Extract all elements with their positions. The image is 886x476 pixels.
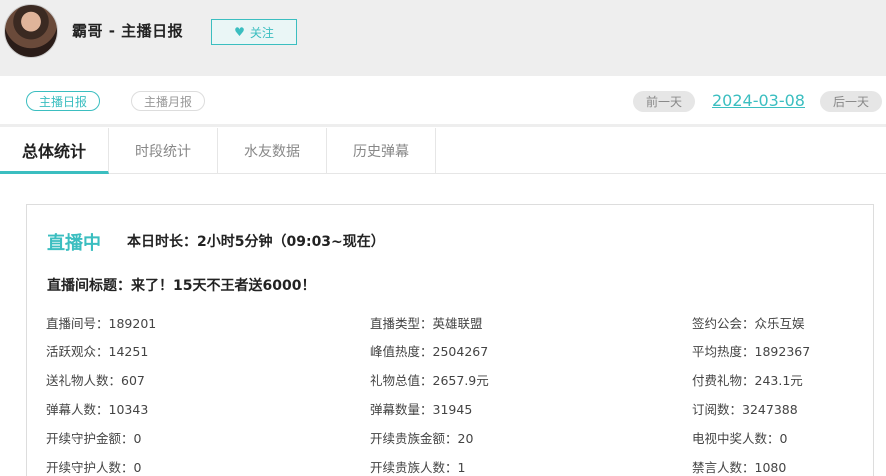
stat-label: 开续守护金额： <box>46 431 134 446</box>
page-title: 霸哥 - 主播日报 <box>72 22 184 40</box>
stat-tv-winners: 电视中奖人数：0 <box>692 428 787 447</box>
tab-overall-stats[interactable]: 总体统计 <box>0 128 109 174</box>
monthly-report-tab[interactable]: 主播月报 <box>131 91 205 111</box>
stat-label: 平均热度： <box>692 344 755 359</box>
follow-label: 关注 <box>249 25 274 40</box>
stat-chat-count: 弹幕数量：31945 <box>370 399 472 418</box>
stat-label: 礼物总值： <box>370 373 433 388</box>
daily-report-tab[interactable]: 主播日报 <box>26 91 100 111</box>
stat-value: 243.1元 <box>754 373 803 388</box>
stat-value: 0 <box>133 431 142 446</box>
stat-label: 签约公会： <box>692 316 755 331</box>
overview-card: 直播中 本日时长：2小时5分钟（09:03~现在） 直播间标题：来了！15天不王… <box>26 204 874 476</box>
stat-guard-amount: 开续守护金额：0 <box>46 428 141 447</box>
live-duration: 本日时长：2小时5分钟（09:03~现在） <box>127 231 385 251</box>
room-title: 直播间标题：来了！15天不王者送6000！ <box>47 275 315 295</box>
stat-value: 607 <box>121 373 145 388</box>
stat-active-viewers: 活跃观众：14251 <box>46 341 148 360</box>
stat-label: 直播类型： <box>370 316 433 331</box>
stat-guard-users: 开续守护人数：0 <box>46 457 141 476</box>
avatar[interactable] <box>4 4 58 58</box>
stat-label: 送礼物人数： <box>46 373 122 388</box>
stat-value: 众乐互娱 <box>754 316 805 331</box>
stat-gift-senders: 送礼物人数：607 <box>46 370 145 389</box>
stat-value: 189201 <box>108 316 157 331</box>
stat-value: 31945 <box>432 402 473 417</box>
next-day-button[interactable]: 后一天 <box>820 91 882 112</box>
tab-period-stats[interactable]: 时段统计 <box>109 128 218 174</box>
room-title-value: 来了！15天不王者送6000！ <box>131 278 316 294</box>
stat-paid-gifts: 付费礼物：243.1元 <box>692 370 803 389</box>
stat-subscribers: 订阅数：3247388 <box>692 399 798 418</box>
stat-value: 1 <box>457 460 466 475</box>
stat-label: 弹幕数量： <box>370 402 433 417</box>
stat-label: 订阅数： <box>692 402 743 417</box>
stat-guild: 签约公会：众乐互娱 <box>692 313 805 332</box>
stat-muted-users: 禁言人数：1080 <box>692 457 786 476</box>
stat-noble-users: 开续贵族人数：1 <box>370 457 465 476</box>
stat-value: 1892367 <box>754 344 811 359</box>
stat-value: 英雄联盟 <box>432 316 483 331</box>
room-title-label: 直播间标题： <box>47 278 131 294</box>
stat-value: 2504267 <box>432 344 489 359</box>
stat-value: 1080 <box>754 460 787 475</box>
stat-label: 开续守护人数： <box>46 460 134 475</box>
stat-value: 0 <box>779 431 788 446</box>
follow-button[interactable]: ♥ 关注 <box>211 19 297 45</box>
duration-label: 本日时长： <box>127 234 197 250</box>
stat-value: 20 <box>457 431 474 446</box>
live-status-badge: 直播中 <box>47 233 101 254</box>
duration-value: 2小时5分钟（09:03~现在） <box>197 234 385 250</box>
stat-label: 禁言人数： <box>692 460 755 475</box>
stat-room-id: 直播间号：189201 <box>46 313 156 332</box>
stat-value: 10343 <box>108 402 149 417</box>
heart-icon: ♥ <box>234 25 245 39</box>
stats-tabs: 总体统计 时段统计 水友数据 历史弹幕 <box>0 128 886 174</box>
stat-live-category: 直播类型：英雄联盟 <box>370 313 483 332</box>
prev-day-button[interactable]: 前一天 <box>633 91 695 112</box>
stat-chat-users: 弹幕人数：10343 <box>46 399 148 418</box>
stat-average-heat: 平均热度：1892367 <box>692 341 810 360</box>
stat-label: 直播间号： <box>46 316 109 331</box>
stat-value: 2657.9元 <box>432 373 489 388</box>
stat-label: 开续贵族金额： <box>370 431 458 446</box>
stat-label: 弹幕人数： <box>46 402 109 417</box>
stat-label: 付费礼物： <box>692 373 755 388</box>
stat-value: 3247388 <box>742 402 798 417</box>
page-header: 霸哥 - 主播日报 ♥ 关注 <box>0 0 886 76</box>
stat-peak-heat: 峰值热度：2504267 <box>370 341 488 360</box>
divider <box>0 124 886 127</box>
stat-label: 开续贵族人数： <box>370 460 458 475</box>
stat-noble-amount: 开续贵族金额：20 <box>370 428 473 447</box>
tab-fan-data[interactable]: 水友数据 <box>218 128 327 174</box>
stat-value: 14251 <box>108 344 149 359</box>
stat-label: 活跃观众： <box>46 344 109 359</box>
tab-chat-history[interactable]: 历史弹幕 <box>327 128 436 174</box>
stat-gift-total: 礼物总值：2657.9元 <box>370 370 489 389</box>
stat-label: 峰值热度： <box>370 344 433 359</box>
stat-label: 电视中奖人数： <box>692 431 780 446</box>
date-picker-link[interactable]: 2024-03-08 <box>712 91 805 110</box>
stat-value: 0 <box>133 460 142 475</box>
